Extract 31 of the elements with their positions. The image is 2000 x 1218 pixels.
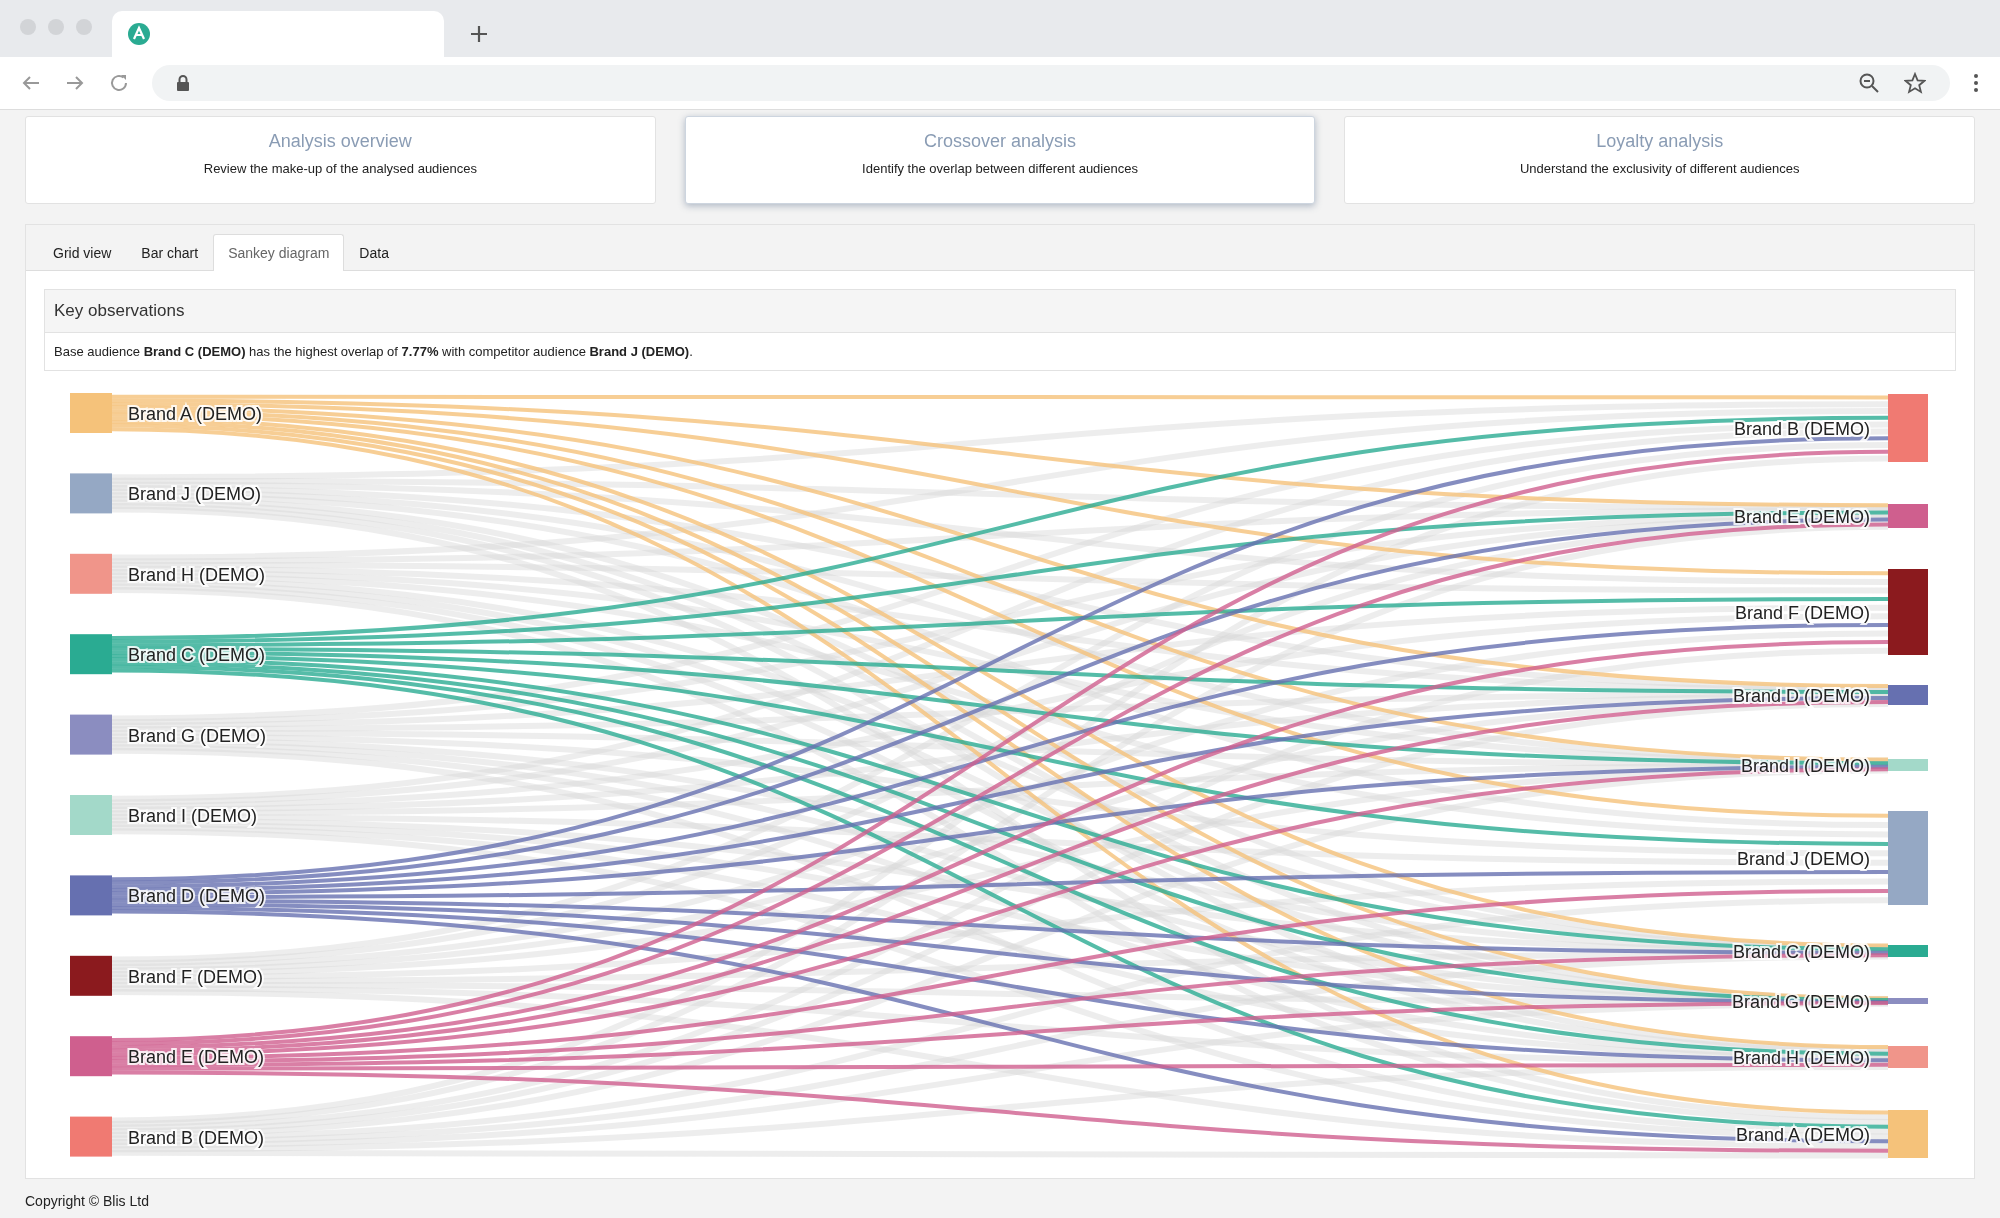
observations-title: Key observations bbox=[54, 301, 185, 320]
source-label: Brand C (DEMO) bbox=[128, 645, 266, 666]
copyright-text: Copyright © Blis Ltd bbox=[25, 1193, 149, 1209]
target-label: Brand H (DEMO) bbox=[1732, 1048, 1870, 1068]
source-label: Brand J (DEMO) bbox=[128, 484, 262, 505]
card-description: Understand the exclusivity of different audiences bbox=[1518, 161, 1801, 176]
target-label: Brand A (DEMO) bbox=[1735, 1125, 1870, 1145]
target-label: Brand J (DEMO) bbox=[1736, 849, 1870, 869]
card-description: Review the make-up of the analysed audiences bbox=[202, 161, 478, 176]
view-tab[interactable]: Grid view bbox=[38, 234, 127, 271]
analysis-card[interactable]: Analysis overview Review the make-up of the analysed audiences bbox=[25, 116, 656, 204]
source-label: Brand D (DEMO) bbox=[128, 886, 266, 907]
analysis-card[interactable]: Crossover analysis Identify the overlap between different audiences bbox=[684, 116, 1316, 204]
card-title: Crossover analysis bbox=[922, 131, 1078, 152]
analysis-card[interactable]: Loyalty analysis Understand the exclusivity of different audiences bbox=[1344, 116, 1975, 204]
view-tab[interactable]: Sankey diagram bbox=[213, 234, 345, 271]
source-label: Brand H (DEMO) bbox=[128, 564, 266, 585]
source-label: Brand F (DEMO) bbox=[128, 966, 264, 987]
source-label: Brand A (DEMO) bbox=[128, 404, 263, 424]
source-label: Brand G (DEMO) bbox=[128, 725, 267, 746]
card-title: Analysis overview bbox=[267, 131, 413, 152]
card-title: Loyalty analysis bbox=[1595, 131, 1725, 152]
view-tab[interactable]: Data bbox=[344, 234, 404, 271]
target-label: Brand B (DEMO) bbox=[1733, 419, 1870, 439]
source-label: Brand I (DEMO) bbox=[128, 806, 258, 826]
view-tab[interactable]: Bar chart bbox=[126, 234, 214, 271]
card-description: Identify the overlap between different audiences bbox=[861, 161, 1139, 176]
observation-text: Base audience Brand C (DEMO) has the highest overlap of 7.77% with competitor audience Brand J (DEMO). bbox=[54, 344, 693, 359]
source-label: Brand E (DEMO) bbox=[128, 1047, 265, 1068]
source-label: Brand B (DEMO) bbox=[128, 1127, 265, 1148]
target-label: Brand F (DEMO) bbox=[1734, 603, 1870, 623]
